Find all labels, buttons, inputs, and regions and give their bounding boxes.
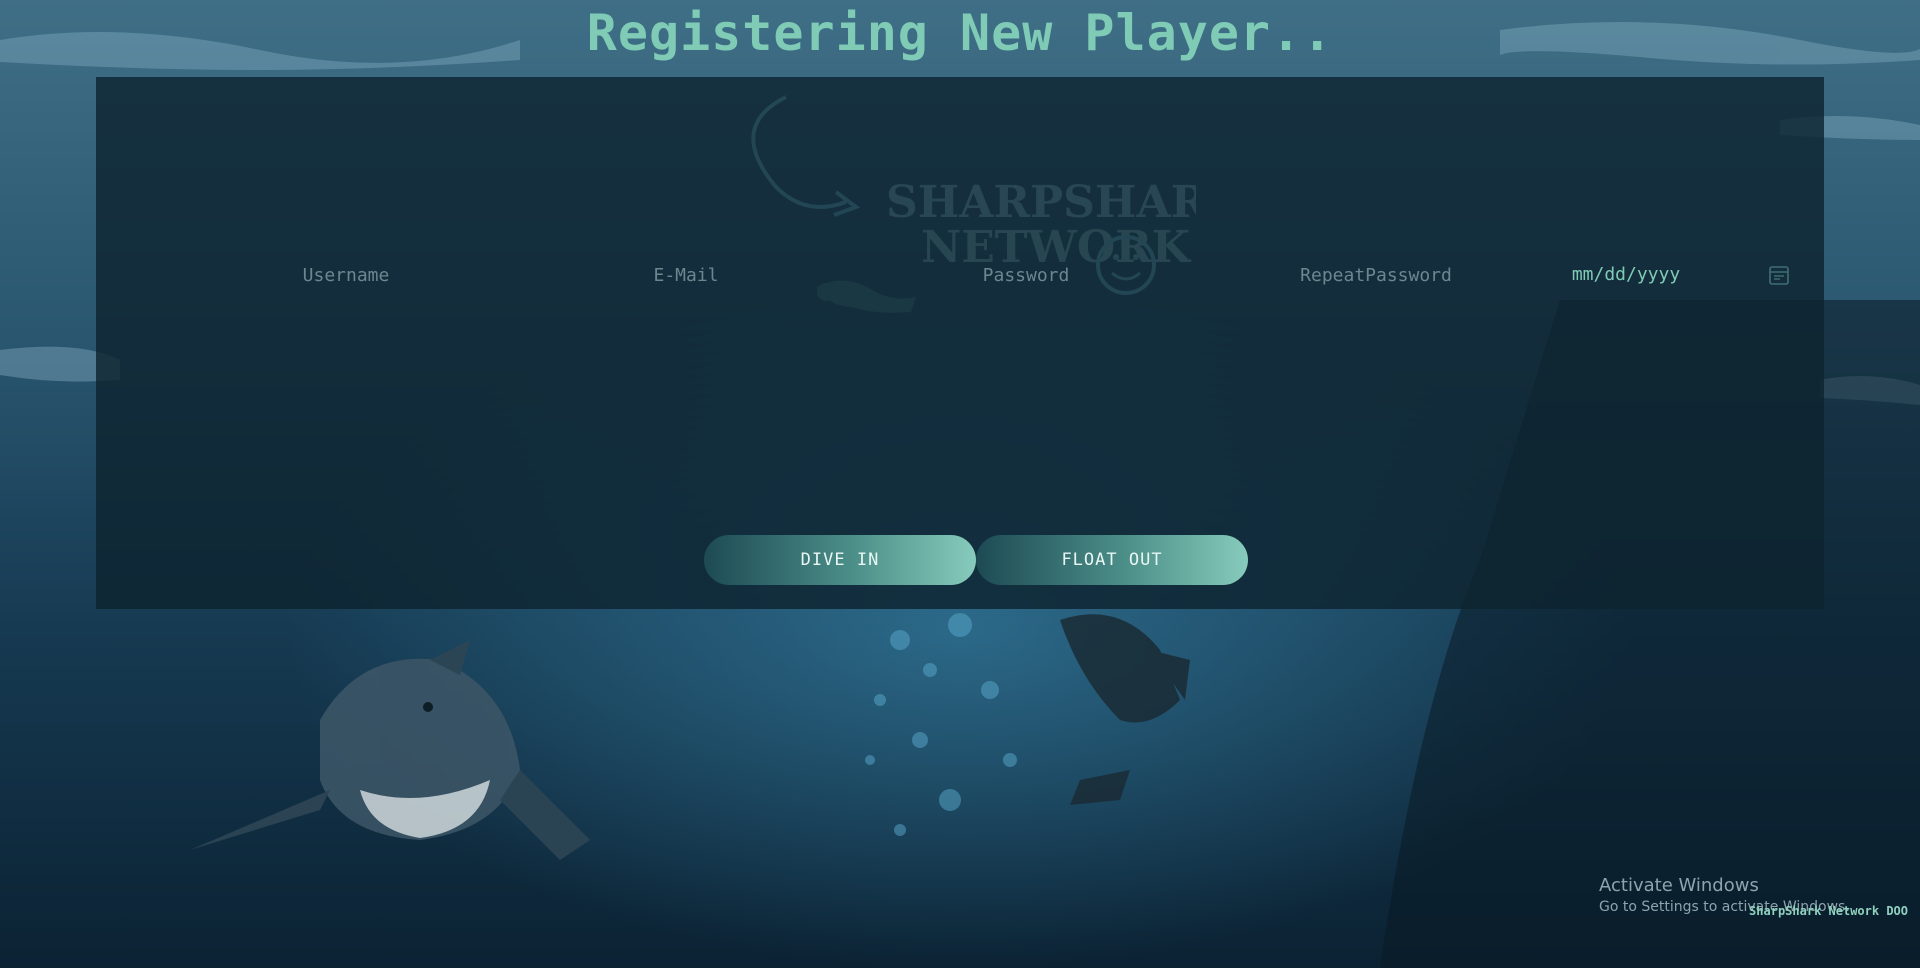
registration-panel: SHARPSHARK NETWORK mm/dd/yyyy DIVE IN FL… [96,77,1824,609]
date-placeholder: mm/dd/yyyy [1571,264,1681,285]
password-input[interactable] [916,257,1136,293]
username-input[interactable] [236,257,456,293]
page-title: Registering New Player.. [586,4,1334,62]
sharpshark-logo: SHARPSHARK NETWORK [751,95,1196,313]
dive-in-button[interactable]: DIVE IN [704,535,976,585]
float-out-button[interactable]: FLOAT OUT [976,535,1248,585]
svg-text:SHARPSHARK: SHARPSHARK [886,177,1196,228]
repeat-password-input[interactable] [1246,257,1506,293]
footer-company: SharpShark Network DOO [1749,904,1908,918]
registration-fields: mm/dd/yyyy [96,257,1824,297]
activate-title: Activate Windows [1599,875,1759,896]
calendar-icon[interactable] [1768,264,1790,286]
email-input[interactable] [576,257,796,293]
birthdate-input[interactable]: mm/dd/yyyy [1496,257,1789,293]
